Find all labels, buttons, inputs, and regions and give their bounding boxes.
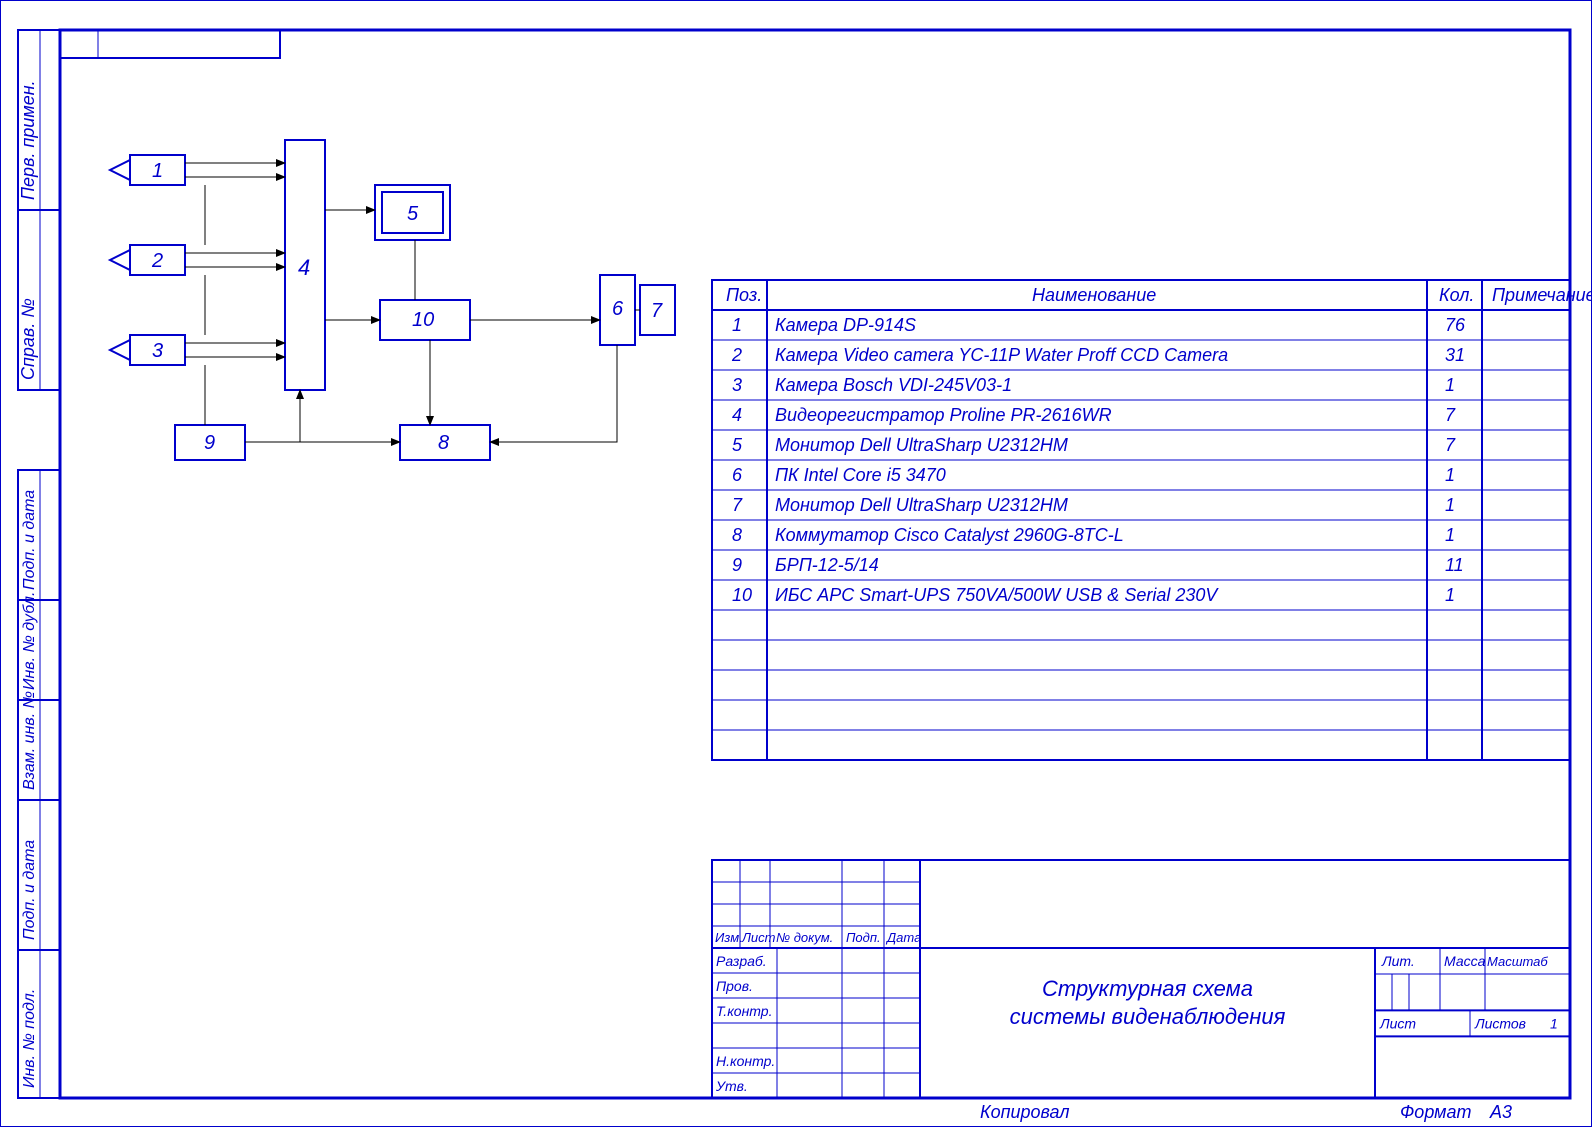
svg-text:8: 8	[438, 432, 449, 454]
block-5-monitor: 5	[375, 185, 450, 240]
side-label-0: Перв. примен.	[18, 80, 38, 200]
th-name: Наименование	[1032, 285, 1156, 305]
svg-text:5: 5	[407, 203, 419, 225]
cell-pos: 7	[732, 495, 743, 515]
svg-text:1: 1	[152, 160, 163, 182]
title-block: Изм.Лист№ докум.Подп.ДатаРазраб.Пров.Т.к…	[712, 860, 1570, 1098]
cell-pos: 4	[732, 405, 742, 425]
camera-2: 2	[110, 245, 185, 275]
cell-qty: 76	[1445, 315, 1466, 335]
cell-qty: 1	[1445, 465, 1455, 485]
svg-text:Масса: Масса	[1444, 953, 1486, 969]
cell-name: Коммутатор Cisco Catalyst 2960G-8TC-L	[775, 525, 1124, 545]
role-label: Разраб.	[716, 953, 767, 969]
cell-pos: 8	[732, 525, 742, 545]
cell-pos: 9	[732, 555, 742, 575]
drawing: Перв. примен. Справ. № Подп. и дата Инв.…	[0, 0, 1592, 1127]
svg-text:Изм.: Изм.	[715, 930, 743, 945]
svg-text:10: 10	[412, 309, 434, 331]
cell-name: Камера DP-914S	[775, 315, 916, 335]
role-label: Н.контр.	[716, 1053, 775, 1069]
cell-name: Монитор Dell UltraSharp U2312HM	[775, 495, 1068, 515]
svg-text:3: 3	[152, 340, 163, 362]
role-label: Утв.	[715, 1078, 748, 1094]
cell-qty: 1	[1445, 585, 1455, 605]
side-label-5: Подп. и дата	[21, 840, 38, 940]
cell-qty: 7	[1445, 405, 1456, 425]
svg-text:№ докум.: № докум.	[776, 930, 833, 945]
cell-qty: 1	[1445, 525, 1455, 545]
cell-name: Камера Video camera YC-11P Water Proff C…	[775, 345, 1228, 365]
role-label: Т.контр.	[716, 1003, 772, 1019]
cell-name: Видеорегистратор Proline PR-2616WR	[775, 405, 1112, 425]
th-note: Примечание	[1492, 285, 1592, 305]
cell-pos: 5	[732, 435, 743, 455]
side-label-column: Перв. примен. Справ. № Подп. и дата Инв.…	[18, 30, 60, 1098]
svg-text:Лист: Лист	[741, 930, 776, 945]
svg-text:4: 4	[298, 255, 310, 280]
cell-qty: 1	[1445, 375, 1455, 395]
block-diagram: 1 2 3 4 5 10 8 9 6 7	[110, 140, 675, 460]
drawing-title-1: Структурная схема	[1042, 976, 1253, 1001]
th-qty: Кол.	[1439, 285, 1474, 305]
side-label-1: Справ. №	[18, 298, 38, 380]
svg-text:Листов: Листов	[1474, 1015, 1526, 1031]
cell-pos: 10	[732, 585, 752, 605]
cell-name: БРП-12-5/14	[775, 555, 879, 575]
cell-pos: 1	[732, 315, 742, 335]
svg-text:Подп.: Подп.	[846, 930, 881, 945]
svg-text:2: 2	[151, 250, 163, 272]
svg-text:9: 9	[204, 432, 215, 454]
footer-copy: Копировал	[980, 1102, 1070, 1122]
cell-pos: 6	[732, 465, 743, 485]
svg-text:Дата: Дата	[885, 930, 921, 945]
cell-qty: 11	[1445, 555, 1464, 575]
side-label-2: Подп. и дата	[21, 490, 38, 590]
camera-1: 1	[110, 155, 185, 185]
cell-name: Камера Bosch VDI-245V03-1	[775, 375, 1012, 395]
camera-3: 3	[110, 335, 185, 365]
cell-qty: 31	[1445, 345, 1465, 365]
role-label: Пров.	[716, 978, 753, 994]
side-label-3: Инв. № дубл.	[21, 592, 38, 690]
side-label-4: Взам. инв. №	[21, 691, 38, 790]
cell-name: ИБС APC Smart-UPS 750VA/500W USB & Seria…	[775, 585, 1219, 605]
cell-name: ПК Intel Core i5 3470	[775, 465, 946, 485]
svg-text:1: 1	[1550, 1015, 1558, 1031]
svg-text:Лит.: Лит.	[1381, 953, 1415, 969]
svg-text:Лист: Лист	[1379, 1015, 1416, 1031]
cell-qty: 1	[1445, 495, 1455, 515]
drawing-title-2: системы виденаблюдения	[1010, 1004, 1286, 1029]
parts-table: Поз. Наименование Кол. Примечание 1 Камера DP…	[712, 280, 1592, 760]
footer-format-value: А3	[1489, 1102, 1512, 1122]
cell-pos: 3	[732, 375, 742, 395]
th-pos: Поз.	[726, 285, 762, 305]
svg-text:Масштаб: Масштаб	[1487, 954, 1548, 969]
svg-text:6: 6	[612, 298, 624, 320]
svg-text:7: 7	[651, 300, 663, 322]
cell-qty: 7	[1445, 435, 1456, 455]
cell-name: Монитор Dell UltraSharp U2312HM	[775, 435, 1068, 455]
cell-pos: 2	[731, 345, 742, 365]
footer-format-label: Формат	[1400, 1102, 1471, 1122]
side-label-6: Инв. № подл.	[21, 989, 38, 1088]
